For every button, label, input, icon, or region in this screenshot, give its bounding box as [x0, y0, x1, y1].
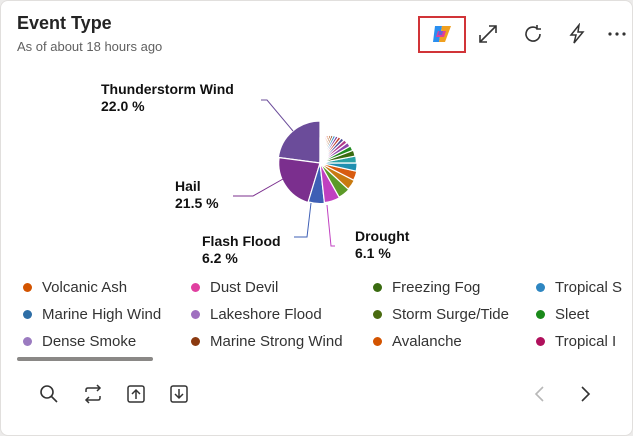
legend-dot	[536, 283, 545, 292]
legend-item[interactable]: Freezing Fog	[373, 279, 480, 296]
chevron-left-icon[interactable]	[527, 381, 553, 407]
legend-dot	[23, 310, 32, 319]
legend-item[interactable]: Marine Strong Wind	[191, 333, 343, 350]
legend-item[interactable]: Tropical S	[536, 279, 622, 296]
legend-dot	[23, 337, 32, 346]
label-value: 6.1 %	[355, 245, 391, 261]
leader-line	[261, 99, 294, 132]
swap-icon[interactable]	[80, 381, 106, 407]
legend-item[interactable]: Dust Devil	[191, 279, 278, 296]
legend-scrollbar[interactable]	[17, 357, 153, 361]
search-icon[interactable]	[36, 381, 62, 407]
legend-label: Marine High Wind	[42, 306, 162, 323]
legend-dot	[536, 310, 545, 319]
legend-label: Tropical S	[555, 279, 622, 296]
legend-item[interactable]: Dense Smoke	[23, 333, 136, 350]
legend-dot	[23, 283, 32, 292]
refresh-icon[interactable]	[520, 21, 546, 47]
legend-dot	[536, 337, 545, 346]
legend-label: Tropical I	[555, 333, 617, 350]
label-name: Hail	[175, 178, 201, 194]
label-thunderstorm-wind: Thunderstorm Wind 22.0 %	[101, 81, 234, 115]
label-name: Flash Flood	[202, 233, 281, 249]
label-flash-flood: Flash Flood 6.2 %	[202, 233, 281, 267]
pie-chart	[233, 99, 358, 247]
legend-item[interactable]: Volcanic Ash	[23, 279, 127, 296]
legend-item[interactable]: Sleet	[536, 306, 589, 323]
legend-label: Avalanche	[392, 333, 462, 350]
lightning-icon[interactable]	[564, 21, 590, 47]
legend-item[interactable]: Tropical I	[536, 333, 616, 350]
download-icon[interactable]	[166, 381, 192, 407]
export-up-icon[interactable]	[123, 381, 149, 407]
legend-label: Freezing Fog	[392, 279, 481, 296]
chart-legend: Volcanic Ash Dust Devil Freezing Fog Tro…	[1, 277, 632, 351]
visual-title: Event Type	[17, 13, 112, 33]
chevron-right-icon[interactable]	[572, 381, 598, 407]
copilot-icon[interactable]	[429, 21, 455, 47]
leader-line	[294, 202, 312, 238]
legend-label: Dense Smoke	[42, 333, 137, 350]
legend-label: Lakeshore Flood	[210, 306, 322, 323]
label-value: 6.2 %	[202, 250, 238, 266]
legend-dot	[191, 283, 200, 292]
more-icon[interactable]	[604, 21, 630, 47]
legend-dot	[373, 310, 382, 319]
expand-icon[interactable]	[475, 21, 501, 47]
legend-label: Volcanic Ash	[42, 279, 128, 296]
legend-item[interactable]: Marine High Wind	[23, 306, 161, 323]
legend-item[interactable]: Avalanche	[373, 333, 462, 350]
label-value: 21.5 %	[175, 195, 219, 211]
legend-item[interactable]: Lakeshore Flood	[191, 306, 322, 323]
legend-dot	[373, 337, 382, 346]
label-hail: Hail 21.5 %	[175, 178, 219, 212]
leader-line	[326, 204, 335, 247]
leader-line	[233, 178, 284, 197]
pie-slice[interactable]	[277, 120, 321, 164]
legend-label: Storm Surge/Tide	[392, 306, 509, 323]
pie-chart-area: Thunderstorm Wind 22.0 % Hail 21.5 % Fla…	[1, 71, 632, 271]
legend-dot	[191, 337, 200, 346]
label-name: Drought	[355, 228, 410, 244]
visual-card: Event Type As of about 18 hours ago Thun…	[0, 0, 633, 436]
legend-label: Dust Devil	[210, 279, 279, 296]
label-value: 22.0 %	[101, 98, 145, 114]
visual-subtitle: As of about 18 hours ago	[17, 39, 163, 54]
legend-dot	[191, 310, 200, 319]
legend-label: Sleet	[555, 306, 590, 323]
label-drought: Drought 6.1 %	[355, 228, 409, 262]
legend-dot	[373, 283, 382, 292]
legend-item[interactable]: Storm Surge/Tide	[373, 306, 509, 323]
legend-label: Marine Strong Wind	[210, 333, 343, 350]
label-name: Thunderstorm Wind	[101, 81, 234, 97]
